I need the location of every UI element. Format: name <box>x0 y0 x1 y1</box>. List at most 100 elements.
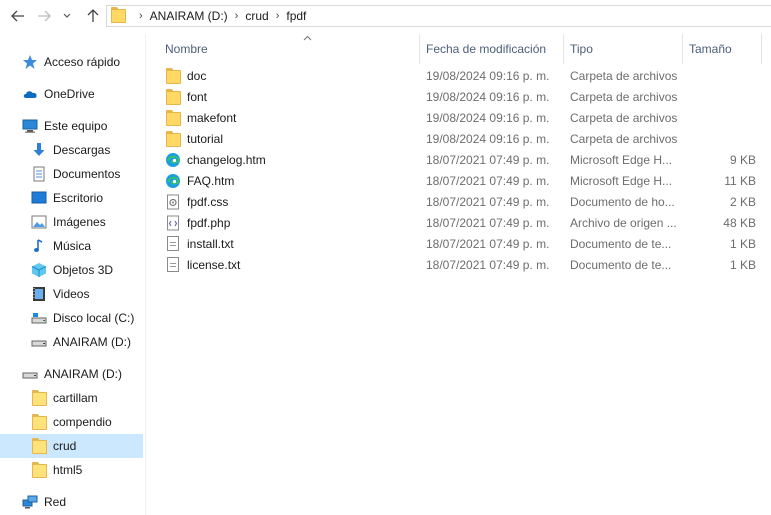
arrow-left-icon <box>11 10 24 22</box>
sidebar-item-3d-objects[interactable]: Objetos 3D <box>31 258 113 282</box>
folder-icon <box>111 6 126 26</box>
css-file-icon <box>165 194 181 210</box>
file-date: 18/07/2021 07:49 p. m. <box>426 194 550 209</box>
file-row[interactable]: fpdf.php 18/07/2021 07:49 p. m. Archivo … <box>161 212 767 233</box>
column-header-name[interactable]: Nombre <box>165 33 415 62</box>
music-icon <box>31 238 47 254</box>
column-header-size[interactable]: Tamaño <box>689 36 759 62</box>
arrow-right-icon <box>38 10 51 22</box>
column-header-type[interactable]: Tipo <box>570 36 680 62</box>
column-divider[interactable] <box>419 34 420 64</box>
breadcrumb-fpdf[interactable]: fpdf <box>286 9 306 23</box>
file-row[interactable]: changelog.htm 18/07/2021 07:49 p. m. Mic… <box>161 149 767 170</box>
file-row[interactable]: install.txt 18/07/2021 07:49 p. m. Docum… <box>161 233 767 254</box>
sidebar-item-label: Escritorio <box>53 191 104 205</box>
back-button[interactable] <box>7 6 29 26</box>
file-type: Carpeta de archivos <box>570 131 677 146</box>
file-row[interactable]: makefont 19/08/2024 09:16 p. m. Carpeta … <box>161 107 767 128</box>
sidebar-item-crud[interactable]: crud <box>0 434 143 458</box>
sidebar-item-label: Red <box>44 495 67 509</box>
sidebar-item-drive-d-root[interactable]: ANAIRAM (D:) <box>22 362 122 386</box>
sidebar-item-label: ANAIRAM (D:) <box>53 335 131 349</box>
chevron-right-icon[interactable]: › <box>276 10 280 22</box>
sidebar-item-label: Descargas <box>53 143 111 157</box>
file-name: license.txt <box>187 257 241 272</box>
file-type: Microsoft Edge H... <box>570 173 673 188</box>
star-icon <box>22 54 38 70</box>
column-header-label: Tamaño <box>689 42 732 56</box>
file-row[interactable]: FAQ.htm 18/07/2021 07:49 p. m. Microsoft… <box>161 170 767 191</box>
download-icon <box>31 142 47 158</box>
sort-ascending-icon <box>303 33 312 43</box>
sidebar-item-html5[interactable]: html5 <box>31 458 82 482</box>
sidebar-item-network[interactable]: Red <box>22 490 66 514</box>
sidebar-item-label: Disco local (C:) <box>53 311 135 325</box>
address-bar[interactable]: › ANAIRAM (D:) › crud › fpdf <box>106 5 771 27</box>
breadcrumb-crud[interactable]: crud <box>245 9 268 23</box>
sidebar-item-onedrive[interactable]: OneDrive <box>22 82 95 106</box>
file-date: 18/07/2021 07:49 p. m. <box>426 257 550 272</box>
local-disk-icon <box>31 310 47 326</box>
forward-button[interactable] <box>33 6 55 26</box>
file-row[interactable]: font 19/08/2024 09:16 p. m. Carpeta de a… <box>161 86 767 107</box>
sidebar-item-local-disk[interactable]: Disco local (C:) <box>31 306 134 330</box>
column-header-label: Tipo <box>570 42 593 56</box>
file-date: 19/08/2024 09:16 p. m. <box>426 68 550 83</box>
file-size: 48 KB <box>723 215 756 230</box>
folder-icon <box>31 390 47 406</box>
file-name: fpdf.php <box>187 215 231 230</box>
sidebar-item-desktop[interactable]: Escritorio <box>31 186 103 210</box>
breadcrumb-drive[interactable]: ANAIRAM (D:) <box>150 9 228 23</box>
folder-icon <box>31 414 47 430</box>
up-button[interactable] <box>82 6 104 26</box>
sidebar-item-compendio[interactable]: compendio <box>31 410 112 434</box>
file-type: Carpeta de archivos <box>570 89 677 104</box>
file-size: 11 KB <box>724 173 756 188</box>
sidebar-item-this-pc[interactable]: Este equipo <box>22 114 107 138</box>
videos-icon <box>31 286 47 302</box>
documents-icon <box>31 166 47 182</box>
sidebar-item-label: OneDrive <box>44 87 95 101</box>
file-row[interactable]: license.txt 18/07/2021 07:49 p. m. Docum… <box>161 254 767 275</box>
folder-icon <box>165 130 181 147</box>
sidebar-item-drive-d[interactable]: ANAIRAM (D:) <box>31 330 131 354</box>
folder-icon <box>165 109 181 126</box>
drive-icon <box>31 334 47 350</box>
file-date: 18/07/2021 07:49 p. m. <box>426 152 550 167</box>
column-header-date[interactable]: Fecha de modificación <box>426 36 561 62</box>
edge-icon <box>165 173 181 189</box>
sidebar-item-quick-access[interactable]: Acceso rápido <box>22 50 120 74</box>
column-divider[interactable] <box>682 34 683 64</box>
file-row[interactable]: fpdf.css 18/07/2021 07:49 p. m. Document… <box>161 191 767 212</box>
file-row[interactable]: tutorial 19/08/2024 09:16 p. m. Carpeta … <box>161 128 767 149</box>
column-divider[interactable] <box>563 34 564 64</box>
column-header-label: Nombre <box>165 42 208 56</box>
sidebar-item-label: Acceso rápido <box>44 55 121 69</box>
chevron-right-icon[interactable]: › <box>235 10 239 22</box>
text-file-icon <box>165 257 181 273</box>
file-size <box>685 107 756 128</box>
folder-icon <box>31 462 47 478</box>
file-size <box>685 86 756 107</box>
file-size: 1 KB <box>729 236 756 251</box>
file-list: Nombre Fecha de modificación Tipo Tamaño… <box>147 34 771 515</box>
file-name: makefont <box>187 110 237 125</box>
sidebar-item-label: Objetos 3D <box>53 263 114 277</box>
sidebar-item-music[interactable]: Música <box>31 234 91 258</box>
sidebar-item-documents[interactable]: Documentos <box>31 162 120 186</box>
address-toolbar: › ANAIRAM (D:) › crud › fpdf <box>0 0 771 34</box>
php-file-icon <box>165 215 181 231</box>
navigation-pane: Acceso rápido OneDrive Este equipo Desca… <box>0 34 146 515</box>
sidebar-item-pictures[interactable]: Imágenes <box>31 210 106 234</box>
drive-icon <box>22 366 38 382</box>
column-divider[interactable] <box>761 34 762 64</box>
file-size <box>685 128 756 149</box>
chevron-down-icon <box>63 13 71 18</box>
edge-icon <box>165 152 181 168</box>
recent-locations-button[interactable] <box>60 6 74 26</box>
sidebar-item-videos[interactable]: Videos <box>31 282 89 306</box>
sidebar-item-downloads[interactable]: Descargas <box>31 138 110 162</box>
sidebar-item-label: compendio <box>53 415 112 429</box>
sidebar-item-cartillam[interactable]: cartillam <box>31 386 98 410</box>
file-row[interactable]: doc 19/08/2024 09:16 p. m. Carpeta de ar… <box>161 65 767 86</box>
